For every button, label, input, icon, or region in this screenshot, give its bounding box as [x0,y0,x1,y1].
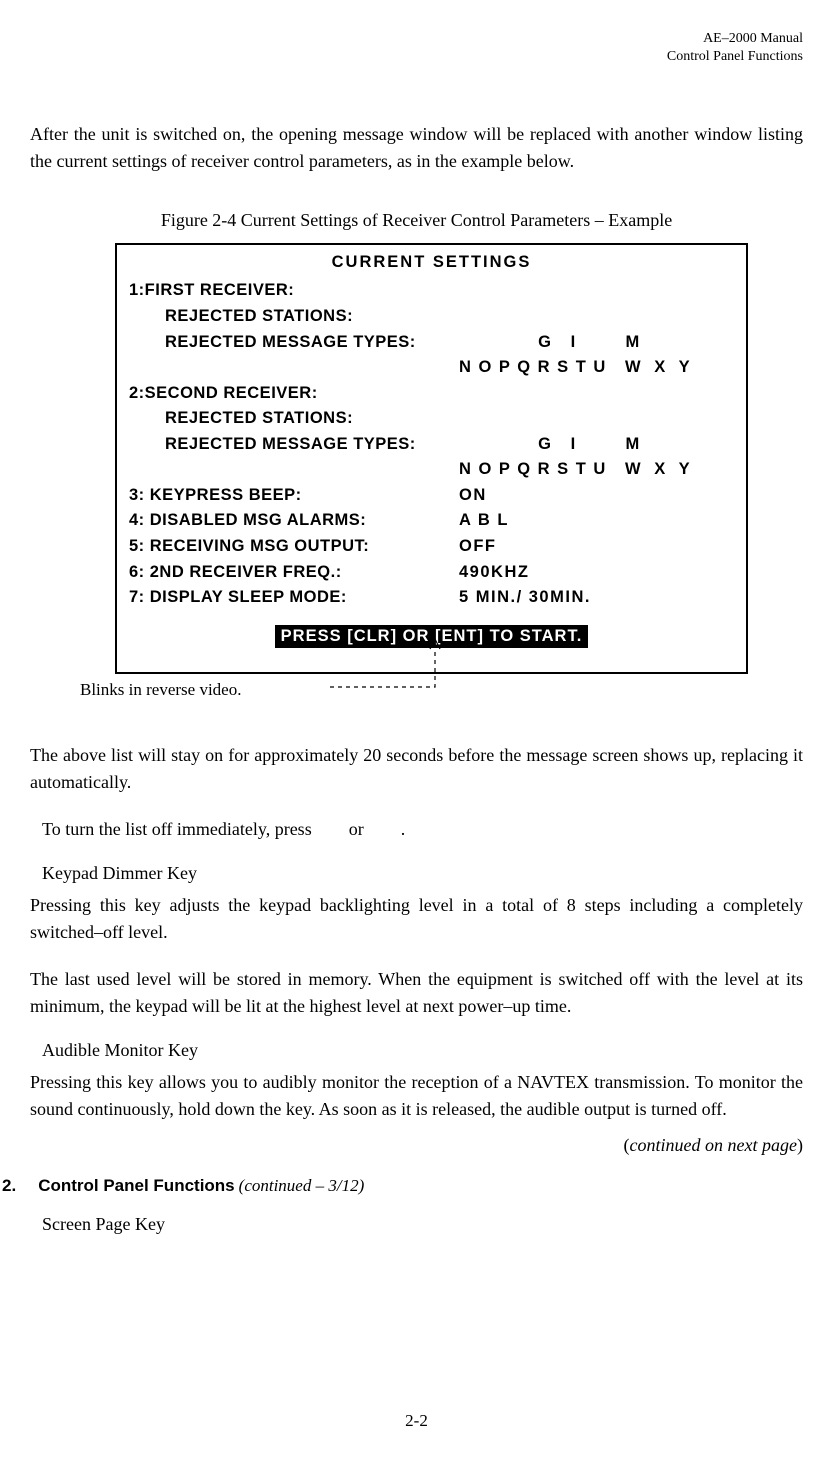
setting-7: 7: DISPLAY SLEEP MODE: [129,585,347,611]
setting-4: 4: DISABLED MSG ALARMS: [129,508,366,534]
setting-3: 3: KEYPRESS BEEP: [129,483,302,509]
setting-1b: REJECTED MESSAGE TYPES: [129,330,416,356]
blink-annotation: Blinks in reverse video. [80,680,241,700]
paragraph-3: To turn the list off immediately, press … [30,816,803,843]
page-header: AE–2000 Manual Control Panel Functions [30,30,803,66]
para3-mid: or [349,819,364,839]
current-settings-screen: CURRENT SETTINGS 1:FIRST RECEIVER: REJEC… [115,243,748,673]
setting-2b-right2: N O P Q R S T U W X Y [459,457,691,483]
screen-title: CURRENT SETTINGS [129,253,734,272]
continued-note: (continued on next page) [30,1135,803,1156]
section-2-number: 2. [2,1176,16,1195]
setting-2a: REJECTED STATIONS: [129,406,353,432]
setting-2b-right1: G I M [459,432,641,458]
heading-screenpage: Screen Page Key [30,1214,803,1235]
paragraph-2: The above list will stay on for approxim… [30,742,803,796]
setting-6: 6: 2ND RECEIVER FREQ.: [129,560,342,586]
setting-5: 5: RECEIVING MSG OUTPUT: [129,534,369,560]
para3-post: . [401,819,406,839]
continued-text: continued on next page [630,1135,797,1155]
setting-1b-right2: N O P Q R S T U W X Y [459,355,691,381]
intro-paragraph: After the unit is switched on, the openi… [30,121,803,175]
heading-audible: Audible Monitor Key [30,1040,803,1061]
para-dimmer-2: The last used level will be stored in me… [30,966,803,1020]
setting-4-right: A B L [459,508,509,534]
setting-1a: REJECTED STATIONS: [129,304,353,330]
setting-2: 2:SECOND RECEIVER: [129,381,318,407]
annotation-arrow-icon [330,637,470,697]
setting-3-right: ON [459,483,487,509]
header-line2: Control Panel Functions [30,48,803,66]
section-2-title: Control Panel Functions [38,1176,234,1195]
section-2-suffix: continued – 3/12 [244,1176,358,1195]
setting-7-right: 5 MIN./ 30MIN. [459,585,591,611]
para-dimmer-1: Pressing this key adjusts the keypad bac… [30,892,803,946]
para3-pre: To turn the list off immediately, press [42,819,312,839]
setting-1: 1:FIRST RECEIVER: [129,278,294,304]
para-audible: Pressing this key allows you to audibly … [30,1069,803,1123]
section-2-heading: 2. Control Panel Functions (continued – … [2,1176,803,1196]
header-line1: AE–2000 Manual [30,30,803,48]
setting-2b: REJECTED MESSAGE TYPES: [129,432,416,458]
setting-6-right: 490KHZ [459,560,529,586]
setting-5-right: OFF [459,534,497,560]
setting-1b-right1: G I M [459,330,641,356]
page-number: 2-2 [0,1411,833,1431]
figure-caption: Figure 2-4 Current Settings of Receiver … [30,210,803,231]
heading-dimmer: Keypad Dimmer Key [30,863,803,884]
